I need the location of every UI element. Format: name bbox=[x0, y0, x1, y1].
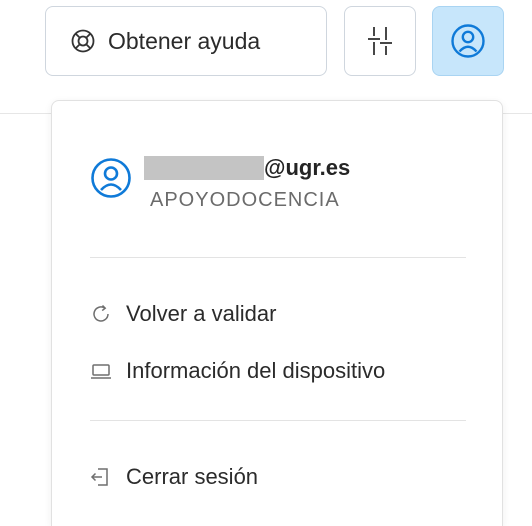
account-menu-panel: @ugr.es APOYODOCENCIA Volver a validar I… bbox=[51, 100, 503, 526]
user-circle-icon bbox=[450, 23, 486, 59]
menu-divider bbox=[90, 420, 466, 421]
revalidate-label: Volver a validar bbox=[126, 301, 277, 326]
laptop-icon bbox=[90, 360, 112, 382]
refresh-icon bbox=[90, 303, 112, 325]
revalidate-menu-item[interactable]: Volver a validar bbox=[90, 294, 276, 334]
email-domain: @ugr.es bbox=[264, 155, 351, 180]
device-info-label: Información del dispositivo bbox=[126, 358, 386, 383]
device-info-menu-item[interactable]: Información del dispositivo bbox=[90, 351, 385, 391]
user-organization: APOYODOCENCIA bbox=[150, 189, 340, 211]
account-button[interactable] bbox=[432, 6, 504, 76]
user-info: @ugr.es APOYODOCENCIA bbox=[90, 153, 350, 212]
get-help-label: Obtener ayuda bbox=[108, 27, 261, 54]
get-help-button[interactable]: Obtener ayuda bbox=[45, 6, 327, 76]
redacted-username bbox=[144, 156, 264, 180]
menu-divider bbox=[90, 257, 466, 258]
account-flyout-screen: Obtener ayuda @ugr.es APOYODOCENCIA Volv… bbox=[0, 0, 532, 526]
sign-out-menu-item[interactable]: Cerrar sesión bbox=[90, 457, 258, 497]
sliders-icon bbox=[365, 24, 395, 58]
lifebuoy-icon bbox=[70, 28, 96, 54]
sign-out-icon bbox=[90, 466, 112, 488]
sign-out-label: Cerrar sesión bbox=[126, 464, 259, 489]
user-avatar-icon bbox=[90, 157, 132, 199]
settings-sliders-button[interactable] bbox=[344, 6, 416, 76]
user-email: @ugr.es bbox=[144, 153, 350, 183]
